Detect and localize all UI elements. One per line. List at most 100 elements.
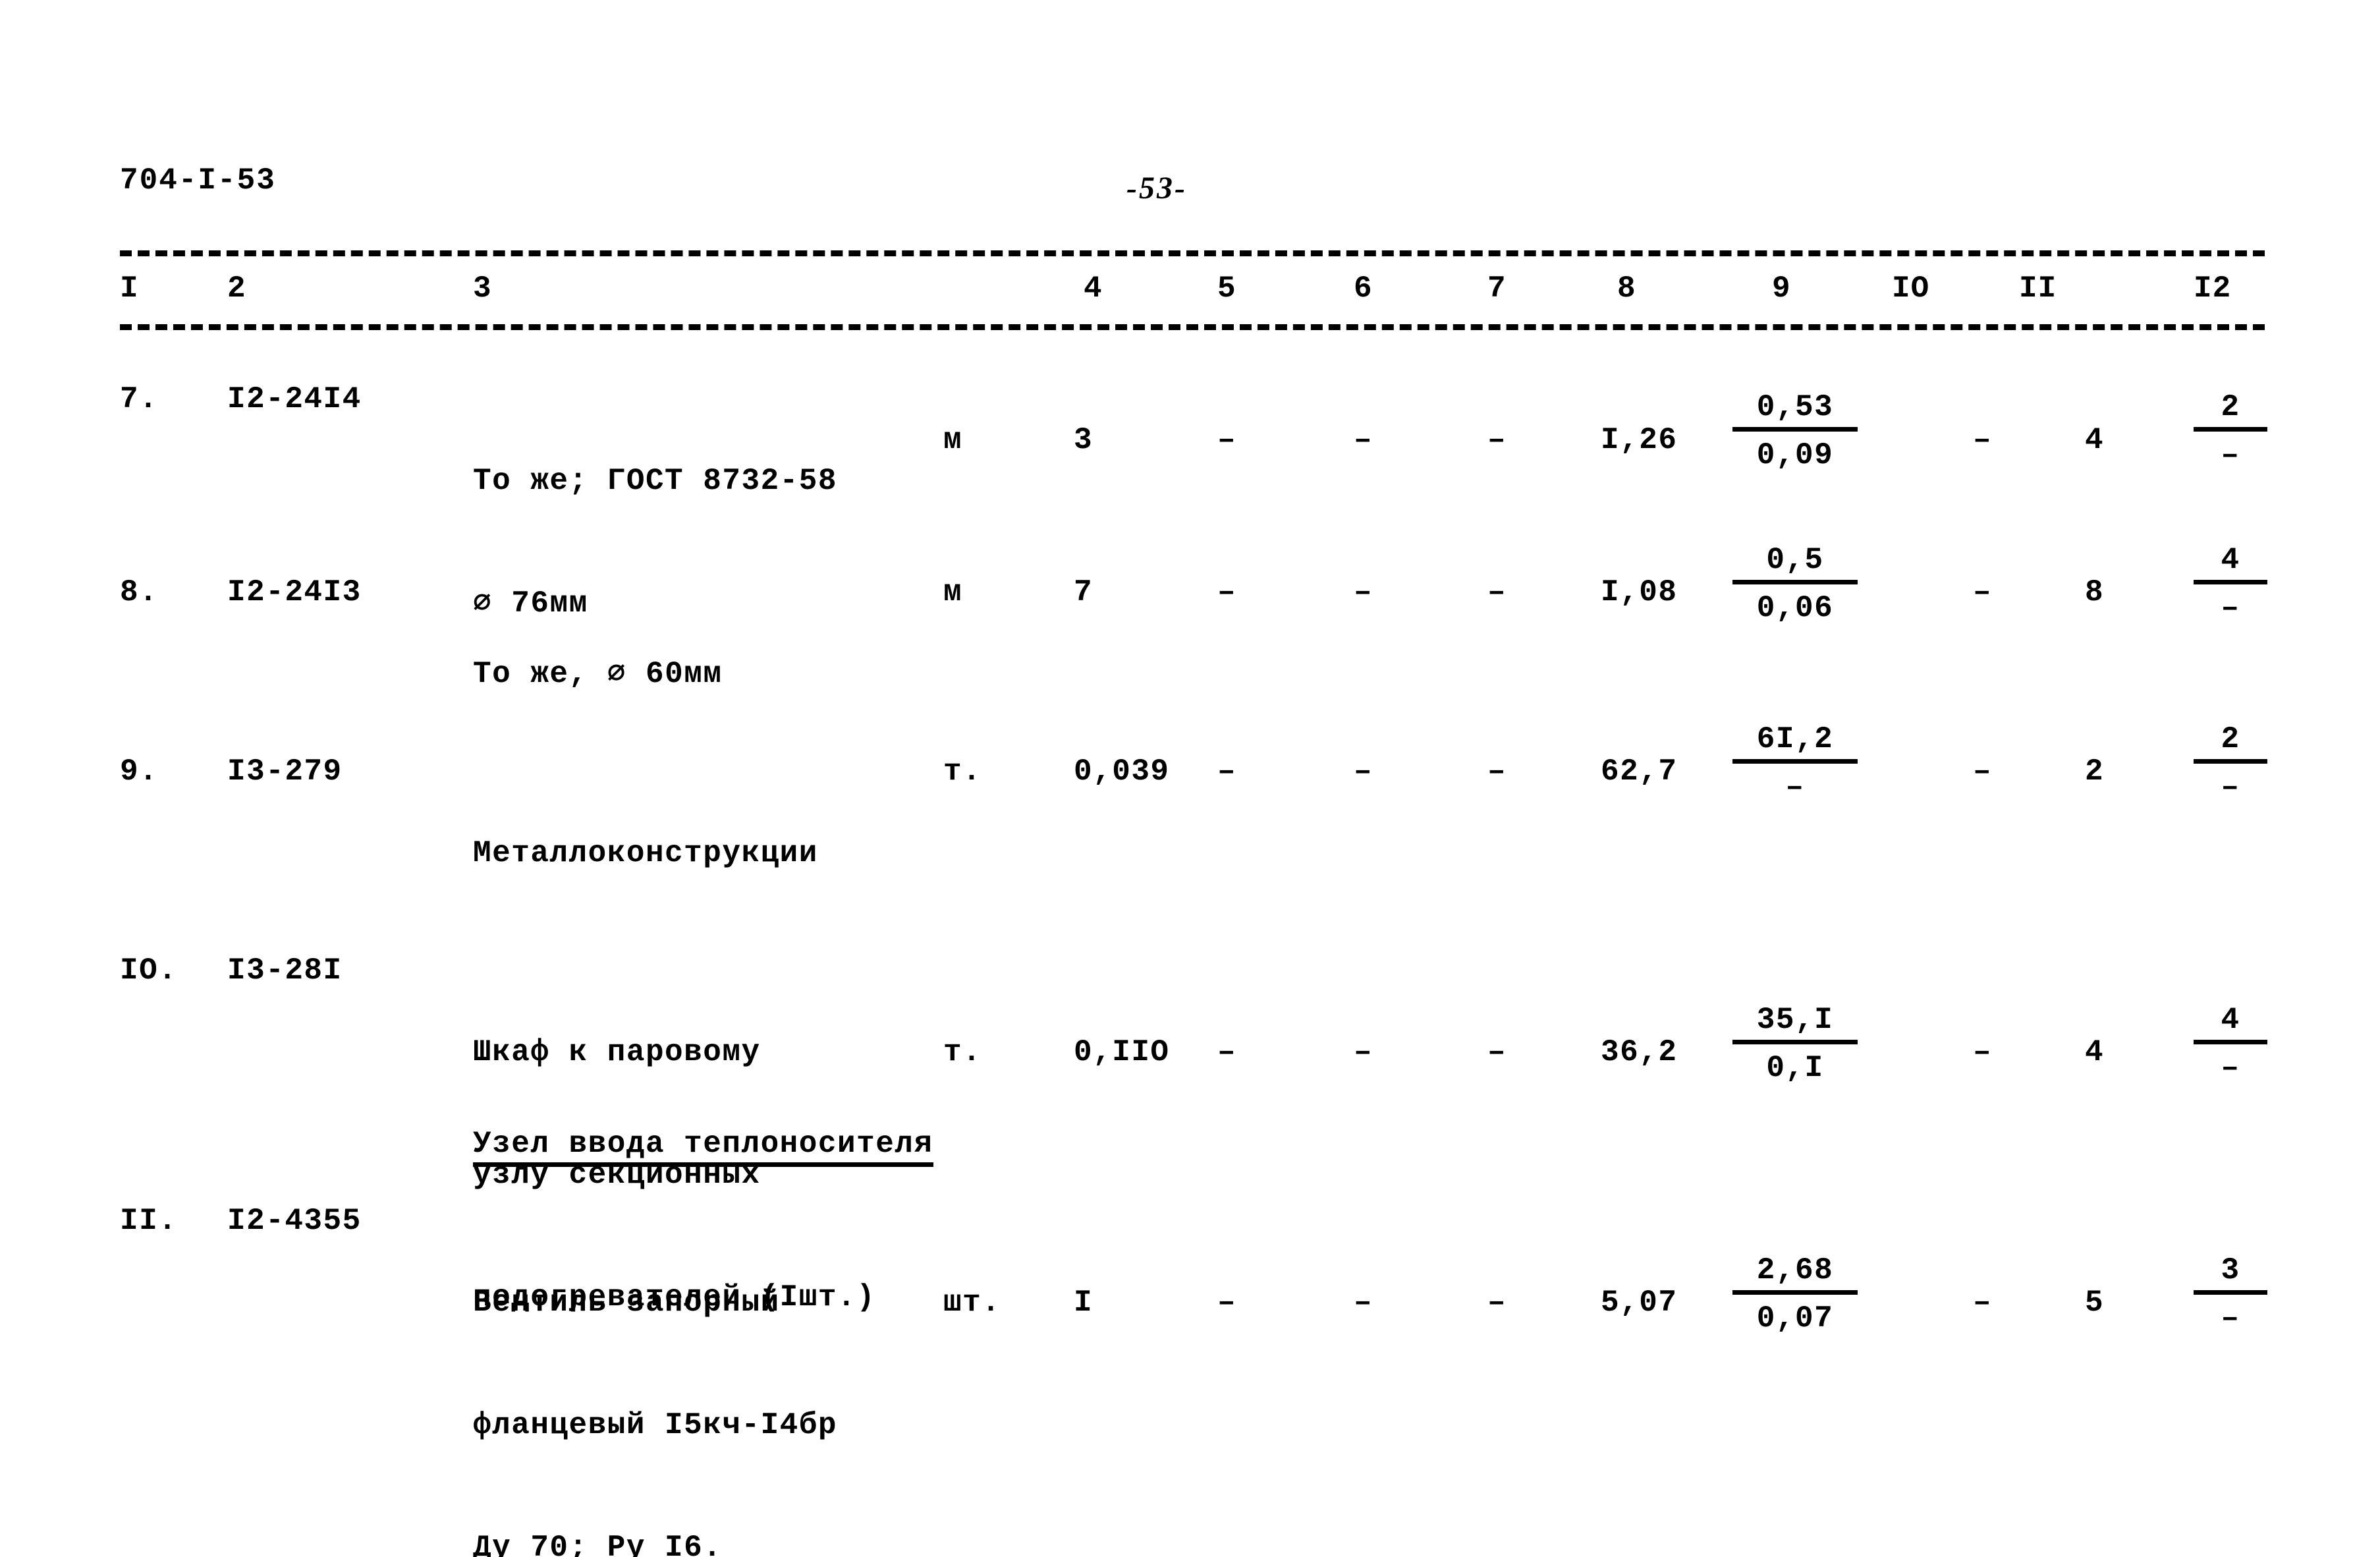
fraction-numerator: 35,I xyxy=(1732,1002,1858,1044)
fraction-numerator: 2 xyxy=(2194,721,2267,764)
row-col11: 2 xyxy=(2085,754,2105,789)
row-unit: м xyxy=(943,423,963,457)
fraction-numerator: 0,53 xyxy=(1732,389,1858,432)
row-quantity: 7 xyxy=(1074,575,1093,609)
row-col7: – xyxy=(1487,754,1507,789)
fraction-denominator: – xyxy=(2221,591,2240,625)
row-item-code: I2-24I3 xyxy=(227,575,362,609)
row-description-line: То же; ГОСТ 8732-58 xyxy=(473,464,837,498)
row-col6: – xyxy=(1354,575,1373,609)
row-col6: – xyxy=(1354,423,1373,457)
row-item-code: I3-279 xyxy=(227,754,343,789)
column-header-9: 9 xyxy=(1772,271,1791,306)
row-col7: – xyxy=(1487,1286,1507,1320)
table-rule-top xyxy=(120,250,2265,256)
row-col11: 8 xyxy=(2085,575,2105,609)
fraction-denominator: – xyxy=(2221,1301,2240,1336)
row-number: IO. xyxy=(120,953,178,988)
fraction-numerator: 4 xyxy=(2194,542,2267,584)
row-item-code: I2-24I4 xyxy=(227,382,362,416)
row-col5: – xyxy=(1217,575,1237,609)
row-unit: шт. xyxy=(943,1286,1001,1320)
fraction-denominator: 0,07 xyxy=(1756,1301,1834,1336)
row-col5: – xyxy=(1217,1035,1237,1069)
column-header-10: IO xyxy=(1892,271,1930,306)
row-col10: – xyxy=(1973,754,1993,789)
row-col11: 4 xyxy=(2085,1035,2105,1069)
row-description-line: Металлоконструкции xyxy=(473,836,818,870)
row-quantity: 0,IIO xyxy=(1074,1035,1170,1069)
row-quantity: I xyxy=(1074,1286,1093,1320)
row-description-line: Шкаф к паровому xyxy=(473,1035,761,1069)
row-unit: т. xyxy=(943,1035,982,1069)
row-quantity: 0,039 xyxy=(1074,754,1170,789)
column-header-6: 6 xyxy=(1354,271,1373,306)
row-col12-fraction: 2 – xyxy=(2194,389,2267,474)
row-col5: – xyxy=(1217,754,1237,789)
row-number: II. xyxy=(120,1204,178,1238)
column-header-11: II xyxy=(2019,271,2057,306)
row-col10: – xyxy=(1973,1035,1993,1069)
row-col9-fraction: 0,53 0,09 xyxy=(1732,389,1858,474)
row-col6: – xyxy=(1354,1286,1373,1320)
row-col9-fraction: 35,I 0,I xyxy=(1732,1002,1858,1087)
row-description: Металлоконструкции xyxy=(473,751,818,955)
column-header-4: 4 xyxy=(1084,271,1103,306)
row-description-line: фланцевый I5кч-I4бр xyxy=(473,1408,837,1442)
fraction-denominator: – xyxy=(2221,770,2240,805)
row-col12-fraction: 3 – xyxy=(2194,1252,2267,1337)
row-col9-fraction: 2,68 0,07 xyxy=(1732,1252,1858,1337)
fraction-numerator: 2,68 xyxy=(1732,1252,1858,1295)
row-description-line: Ду 70; Ру I6. xyxy=(473,1531,723,1557)
row-col5: – xyxy=(1217,423,1237,457)
fraction-numerator: 0,5 xyxy=(1732,542,1858,584)
row-col11: 5 xyxy=(2085,1286,2105,1320)
column-header-12: I2 xyxy=(2194,271,2232,306)
row-col12-fraction: 4 – xyxy=(2194,1002,2267,1087)
row-description: То же, ⌀ 60мм xyxy=(473,572,722,776)
fraction-numerator: 4 xyxy=(2194,1002,2267,1044)
column-header-5: 5 xyxy=(1217,271,1236,306)
fraction-numerator: 2 xyxy=(2194,389,2267,432)
row-item-code: I3-28I xyxy=(227,953,343,988)
fraction-numerator: 6I,2 xyxy=(1732,721,1858,764)
fraction-denominator: 0,09 xyxy=(1756,438,1834,472)
row-description-line: Вентиль запорный xyxy=(473,1286,780,1320)
row-col8: 36,2 xyxy=(1601,1035,1678,1069)
row-col10: – xyxy=(1973,423,1993,457)
row-number: 9. xyxy=(120,754,159,789)
row-col6: – xyxy=(1354,1035,1373,1069)
row-col10: – xyxy=(1973,1286,1993,1320)
table-rule-bottom xyxy=(120,324,2265,330)
column-header-8: 8 xyxy=(1617,271,1636,306)
section-heading: Узел ввода теплоносителя xyxy=(473,1127,933,1167)
row-col8: 62,7 xyxy=(1601,754,1678,789)
fraction-denominator: – xyxy=(1785,770,1805,805)
row-col7: – xyxy=(1487,1035,1507,1069)
row-col9-fraction: 0,5 0,06 xyxy=(1732,542,1858,627)
row-unit: т. xyxy=(943,754,982,789)
row-unit: м xyxy=(943,575,963,609)
row-col7: – xyxy=(1487,423,1507,457)
row-col12-fraction: 4 – xyxy=(2194,542,2267,627)
row-col10: – xyxy=(1973,575,1993,609)
row-col12-fraction: 2 – xyxy=(2194,721,2267,806)
page-number: -53- xyxy=(1126,171,1187,206)
column-header-2: 2 xyxy=(227,271,246,306)
row-col9-fraction: 6I,2 – xyxy=(1732,721,1858,806)
row-number: 8. xyxy=(120,575,159,609)
row-col8: I,26 xyxy=(1601,423,1678,457)
column-header-3: 3 xyxy=(473,271,492,306)
column-header-1: I xyxy=(120,271,139,306)
row-number: 7. xyxy=(120,382,159,416)
row-col11: 4 xyxy=(2085,423,2105,457)
row-item-code: I2-4355 xyxy=(227,1204,362,1238)
row-col6: – xyxy=(1354,754,1373,789)
fraction-denominator: – xyxy=(2221,438,2240,472)
row-col8: I,08 xyxy=(1601,575,1678,609)
document-code: 704-I-53 xyxy=(120,163,276,198)
row-description: Вентиль запорный фланцевый I5кч-I4бр Ду … xyxy=(473,1201,837,1557)
document-page: 704-I-53 -53- I 2 3 4 5 6 7 8 9 IO II I2… xyxy=(0,0,2380,1557)
fraction-denominator: – xyxy=(2221,1051,2240,1085)
row-quantity: 3 xyxy=(1074,423,1093,457)
